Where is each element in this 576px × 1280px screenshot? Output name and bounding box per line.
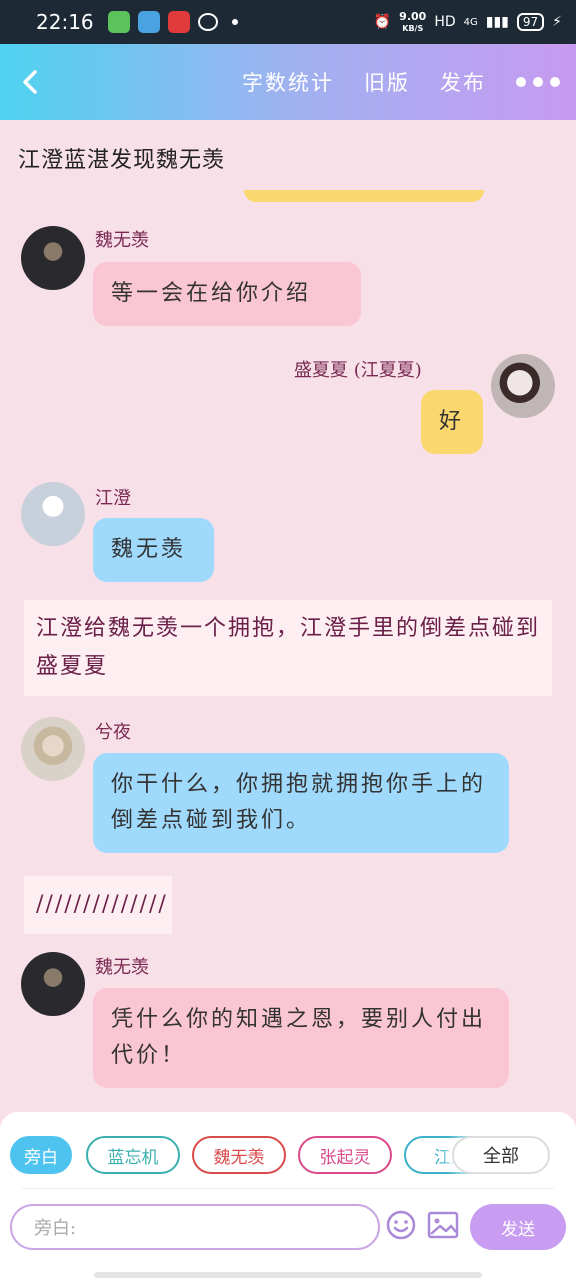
avatar[interactable] [21, 952, 85, 1016]
notification-dot-icon [231, 19, 238, 25]
avatar[interactable] [21, 226, 85, 290]
charging-icon: ⚡ [552, 14, 562, 30]
avatar[interactable] [491, 354, 555, 418]
sender-name: 盛夏夏 (江夏夏) [294, 360, 422, 381]
page-title: 江澄蓝湛发现魏无羡 [18, 148, 226, 173]
avatar[interactable] [21, 482, 85, 546]
sender-name: 江澄 [95, 488, 131, 509]
character-chip-row[interactable]: 旁白 蓝忘机 魏无羡 张起灵 江厌 全部 [10, 1136, 566, 1176]
app-notification-icon [107, 11, 130, 33]
alarm-icon: ⏰ [373, 14, 392, 30]
chip-character[interactable]: 蓝忘机 [86, 1136, 180, 1174]
send-button[interactable]: 发送 [470, 1204, 566, 1250]
chevron-left-icon [23, 70, 37, 94]
sender-name: 魏无羡 [95, 957, 149, 978]
old-version-link[interactable]: 旧版 [364, 67, 410, 97]
message-bubble[interactable]: 好 [421, 390, 483, 454]
wechat-icon [197, 13, 218, 31]
avatar[interactable] [21, 717, 85, 781]
back-button[interactable] [0, 44, 60, 120]
speed-value: 9.00 [399, 9, 427, 23]
more-dots-icon[interactable] [516, 77, 560, 87]
app-header: 字数统计 旧版 发布 [0, 44, 576, 120]
header-actions: 字数统计 旧版 发布 [242, 67, 576, 97]
battery-icon: 97 [516, 13, 545, 31]
publish-link[interactable]: 发布 [440, 67, 486, 97]
narration-text[interactable]: 江澄给魏无羡一个拥抱，江澄手里的倒差点碰到盛夏夏 [24, 600, 552, 696]
chip-character[interactable]: 张起灵 [298, 1136, 392, 1174]
message-bubble[interactable]: 你干什么，你拥抱就拥抱你手上的倒差点碰到我们。 [93, 753, 509, 853]
network-type: HD [434, 14, 456, 30]
image-icon[interactable] [426, 1208, 460, 1242]
status-indicators: ⏰ 9.00 KB/S HD 4G ▮▮▮ 97 ⚡ [374, 11, 562, 34]
divider [22, 1188, 554, 1189]
status-time: 22:16 [36, 10, 94, 34]
all-characters-button[interactable]: 全部 [452, 1136, 550, 1174]
chat-content[interactable]: 江澄蓝湛发现魏无羡 魏无羡 等一会在给你介绍 盛夏夏 (江夏夏) 好 江澄 魏无… [0, 120, 576, 1115]
sender-name: 魏无羡 [95, 230, 149, 251]
app-notification-icon [167, 11, 190, 33]
chip-character[interactable]: 魏无羡 [192, 1136, 286, 1174]
message-input[interactable]: 旁白: [10, 1204, 380, 1250]
narration-text[interactable]: ////////////// [24, 876, 172, 934]
app-notification-icon [137, 11, 160, 33]
home-indicator [94, 1272, 482, 1278]
message-bubble[interactable]: 等一会在给你介绍 [93, 262, 361, 326]
signal-icon: ▮▮▮ [485, 14, 509, 30]
signal-type: 4G [463, 16, 478, 28]
status-bar: 22:16 ⏰ 9.00 KB/S HD 4G ▮▮▮ 97 ⚡ [0, 0, 576, 44]
word-count-link[interactable]: 字数统计 [242, 67, 334, 97]
network-speed: 9.00 KB/S [399, 11, 426, 34]
input-panel: 旁白 蓝忘机 魏无羡 张起灵 江厌 全部 旁白: 发送 [0, 1112, 576, 1280]
previous-bubble-edge [244, 190, 484, 202]
smiley-icon[interactable] [384, 1208, 418, 1242]
message-bubble[interactable]: 魏无羡 [93, 518, 214, 582]
message-bubble[interactable]: 凭什么你的知遇之恩，要别人付出代价！ [93, 988, 509, 1088]
chip-narrator[interactable]: 旁白 [10, 1136, 72, 1174]
speed-unit: KB/S [402, 23, 424, 33]
sender-name: 兮夜 [95, 722, 131, 743]
